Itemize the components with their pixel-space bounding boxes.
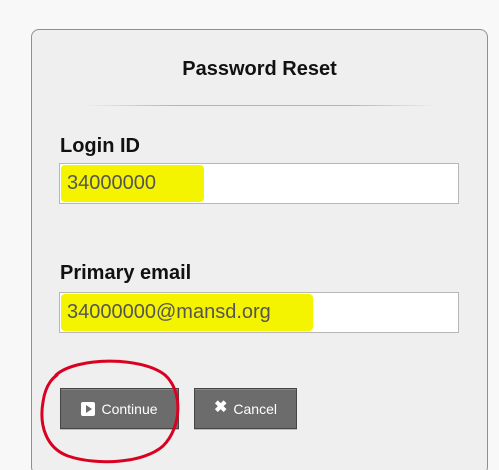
- primary-email-label: Primary email: [60, 262, 192, 284]
- play-icon: [81, 401, 96, 416]
- login-id-label: Login ID: [60, 135, 140, 157]
- title-divider: [85, 105, 437, 106]
- login-id-input[interactable]: [60, 164, 458, 203]
- primary-email-input[interactable]: [60, 293, 458, 332]
- login-id-field-container: [59, 163, 459, 204]
- cancel-button-label: Cancel: [233, 400, 277, 417]
- cancel-button[interactable]: ✖ Cancel: [194, 388, 297, 429]
- password-reset-panel: Password Reset Login ID Primary email Co…: [31, 29, 488, 470]
- continue-button[interactable]: Continue: [60, 388, 179, 429]
- dialog-title: Password Reset: [182, 58, 337, 80]
- close-icon: ✖: [214, 399, 228, 416]
- primary-email-field-container: [59, 292, 459, 333]
- page: Password Reset Login ID Primary email Co…: [0, 0, 499, 470]
- continue-button-label: Continue: [101, 400, 158, 417]
